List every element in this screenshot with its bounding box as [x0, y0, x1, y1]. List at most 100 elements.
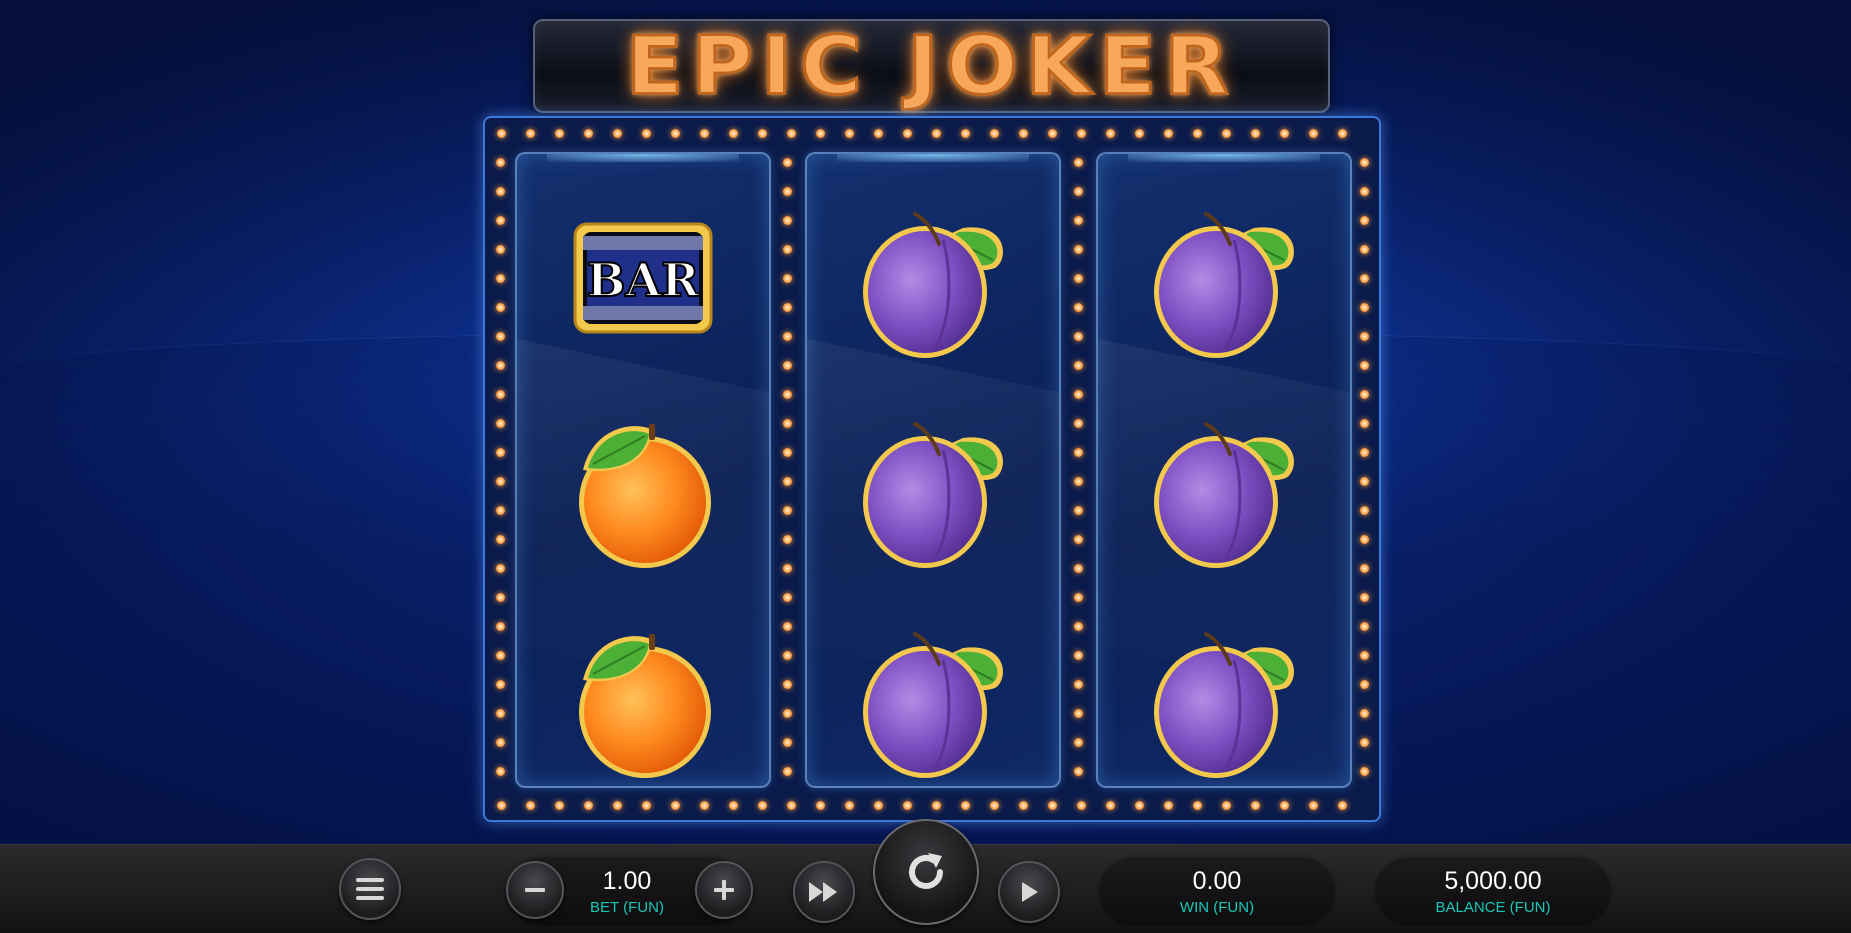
marquee-bulb	[1073, 389, 1083, 399]
marquee-bulb	[960, 800, 970, 810]
marquee-bulb	[782, 331, 792, 341]
marquee-bulb	[1359, 766, 1369, 776]
balance-panel: 5,000.00 BALANCE (FUN)	[1375, 856, 1611, 924]
marquee-bulb	[1359, 679, 1369, 689]
marquee-bulb	[1192, 800, 1202, 810]
marquee-bulb	[757, 128, 767, 138]
autoplay-button[interactable]	[998, 861, 1060, 923]
marquee-bulb	[782, 157, 792, 167]
marquee-bulb	[1359, 447, 1369, 457]
marquee-bulb	[782, 418, 792, 428]
marquee-bulb	[1073, 534, 1083, 544]
marquee-bulb	[1018, 128, 1028, 138]
spin-button[interactable]	[873, 819, 979, 925]
marquee-bulb	[1279, 800, 1289, 810]
reel-2-symbol-1	[843, 188, 1023, 368]
marquee-bulb	[1359, 302, 1369, 312]
orange-symbol-icon	[579, 424, 711, 568]
marquee-bulb	[782, 563, 792, 573]
marquee-bulb	[782, 505, 792, 515]
marquee-bulb	[1163, 128, 1173, 138]
slot-machine-frame: BAR	[483, 116, 1381, 822]
minus-icon	[525, 888, 545, 892]
marquee-bulb	[786, 800, 796, 810]
marquee-bulb	[1337, 128, 1347, 138]
marquee-bulb	[1073, 273, 1083, 283]
marquee-bulb	[1073, 563, 1083, 573]
marquee-bulb	[495, 766, 505, 776]
reel-3-symbol-3	[1134, 608, 1314, 786]
marquee-bulb	[1047, 128, 1057, 138]
marquee-bulb	[1359, 621, 1369, 631]
marquee-bulb	[960, 128, 970, 138]
marquee-bulb	[931, 128, 941, 138]
marquee-bulb	[583, 128, 593, 138]
marquee-bulb	[782, 244, 792, 254]
marquee-bulb	[1105, 800, 1115, 810]
marquee-bulb	[782, 708, 792, 718]
marquee-bulb	[1073, 505, 1083, 515]
marquee-bulb	[496, 128, 506, 138]
decrease-bet-button[interactable]	[506, 861, 564, 919]
marquee-bulb	[641, 800, 651, 810]
marquee-bulb	[495, 621, 505, 631]
win-panel: 0.00 WIN (FUN)	[1099, 856, 1335, 924]
marquee-bulb	[1073, 592, 1083, 602]
marquee-bulb	[670, 800, 680, 810]
marquee-bulb	[1073, 215, 1083, 225]
marquee-bulb	[728, 800, 738, 810]
marquee-bulb	[525, 128, 535, 138]
marquee-bulb	[815, 128, 825, 138]
marquee-bulb	[902, 128, 912, 138]
marquee-bulb	[1221, 128, 1231, 138]
marquee-bulb	[1359, 244, 1369, 254]
marquee-bulb	[902, 800, 912, 810]
marquee-bulb	[1359, 650, 1369, 660]
marquee-bulb	[873, 128, 883, 138]
marquee-bulb	[1134, 800, 1144, 810]
marquee-bulb	[782, 476, 792, 486]
reel-2	[805, 152, 1061, 788]
marquee-bulb	[495, 244, 505, 254]
marquee-bulb	[1073, 186, 1083, 196]
turbo-button[interactable]	[793, 861, 855, 923]
marquee-bulb	[495, 592, 505, 602]
menu-button[interactable]	[339, 858, 401, 920]
marquee-bulb	[1076, 800, 1086, 810]
marquee-bulb	[641, 128, 651, 138]
marquee-bulb	[699, 128, 709, 138]
increase-bet-button[interactable]	[695, 861, 753, 919]
marquee-bulb	[1359, 592, 1369, 602]
plum-symbol-icon	[863, 422, 1003, 568]
marquee-bulb	[1192, 128, 1202, 138]
marquee-bulb	[1073, 244, 1083, 254]
marquee-bulb	[1073, 476, 1083, 486]
marquee-bulb	[1359, 331, 1369, 341]
marquee-bulb	[782, 186, 792, 196]
marquee-bulb	[844, 800, 854, 810]
fast-forward-icon	[809, 882, 837, 902]
marquee-bulb	[699, 800, 709, 810]
marquee-bulb	[1337, 800, 1347, 810]
rotate-arrow-icon	[909, 853, 943, 889]
marquee-bulb	[1359, 737, 1369, 747]
plum-symbol-icon	[1154, 212, 1294, 358]
marquee-bulb	[1250, 128, 1260, 138]
reel-3	[1096, 152, 1352, 788]
marquee-bulb	[1359, 186, 1369, 196]
marquee-bulb	[1073, 737, 1083, 747]
marquee-bulb	[1073, 766, 1083, 776]
marquee-bulb	[815, 800, 825, 810]
marquee-bulb	[1073, 447, 1083, 457]
marquee-bulb	[873, 800, 883, 810]
marquee-bulb	[1018, 800, 1028, 810]
marquee-bulb	[1073, 418, 1083, 428]
marquee-bulb	[1308, 800, 1318, 810]
marquee-bulb	[728, 128, 738, 138]
marquee-bulb	[525, 800, 535, 810]
marquee-bulb	[1073, 679, 1083, 689]
marquee-bulb	[495, 476, 505, 486]
marquee-bulb	[1359, 215, 1369, 225]
marquee-bulb	[931, 800, 941, 810]
marquee-bulb	[1073, 302, 1083, 312]
